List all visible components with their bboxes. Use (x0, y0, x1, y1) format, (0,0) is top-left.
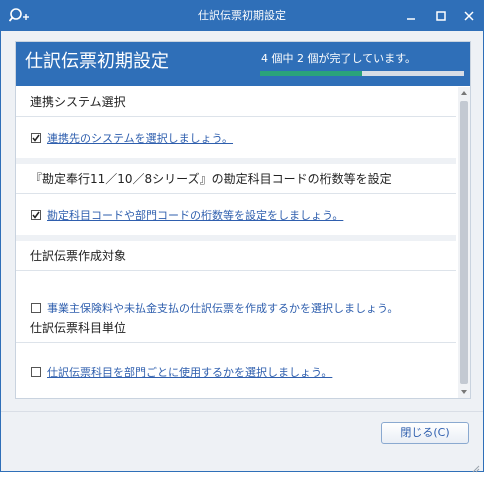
chevron-down-icon (461, 390, 467, 394)
progress-fill (260, 71, 362, 76)
resize-grip-icon[interactable] (470, 458, 480, 473)
app-window: 仕訳伝票初期設定 仕訳伝票初期設定 4 個中 2 個が完了しています。 連携シス… (0, 0, 484, 473)
page-title: 仕訳伝票初期設定 (25, 51, 169, 72)
section-heading: 仕訳伝票科目単位 (16, 313, 456, 343)
task-link[interactable]: 勘定科目コードや部門コードの桁数等を設定をしましょう。 (47, 207, 343, 223)
scroll-down-button[interactable] (458, 386, 470, 398)
section-heading: 『勘定奉行11／10／8シリーズ』の勘定科目コードの桁数等を設定 (16, 164, 456, 194)
check-icon (32, 134, 40, 142)
panel-header: 仕訳伝票初期設定 4 個中 2 個が完了しています。 (16, 42, 470, 86)
checkbox-unchecked[interactable] (31, 367, 41, 377)
scroll-thumb[interactable] (460, 101, 468, 384)
close-icon (464, 11, 474, 21)
scroll-up-button[interactable] (458, 87, 470, 99)
task-item[interactable]: 連携先のシステムを選択しましょう。 (31, 131, 233, 145)
chevron-up-icon (461, 91, 467, 95)
progress-status: 4 個中 2 個が完了しています。 (261, 52, 417, 65)
vertical-scrollbar[interactable] (458, 87, 470, 398)
checkbox-checked[interactable] (31, 133, 41, 143)
minimize-button[interactable] (397, 1, 425, 31)
dialog-footer: 閉じる(C) (1, 411, 483, 473)
title-bar: 仕訳伝票初期設定 (1, 1, 483, 31)
progress-bar (260, 71, 464, 76)
section-body: 事業主保険料や未払金支払の仕訳伝票を作成するかを選択しましょう。 (16, 272, 456, 315)
maximize-icon (436, 11, 446, 21)
task-item[interactable]: 仕訳伝票科目を部門ごとに使用するかを選択しましょう。 (31, 365, 332, 379)
section-heading: 仕訳伝票作成対象 (16, 241, 456, 271)
checkbox-unchecked[interactable] (31, 303, 41, 313)
checkbox-checked[interactable] (31, 210, 41, 220)
close-button[interactable]: 閉じる(C) (381, 422, 469, 444)
section-body: 仕訳伝票科目を部門ごとに使用するかを選択しましょう。 (16, 344, 456, 398)
close-window-button[interactable] (455, 1, 483, 31)
setup-panel: 仕訳伝票初期設定 4 個中 2 個が完了しています。 連携システム選択 連携先の… (15, 41, 471, 399)
section-body: 勘定科目コードや部門コードの桁数等を設定をしましょう。 (16, 195, 456, 235)
check-icon (32, 211, 40, 219)
task-link[interactable]: 仕訳伝票科目を部門ごとに使用するかを選択しましょう。 (47, 364, 332, 380)
task-link[interactable]: 連携先のシステムを選択しましょう。 (47, 130, 233, 146)
minimize-icon (407, 18, 415, 20)
section-body: 連携先のシステムを選択しましょう。 (16, 118, 456, 158)
task-item[interactable]: 勘定科目コードや部門コードの桁数等を設定をしましょう。 (31, 208, 343, 222)
maximize-button[interactable] (427, 1, 455, 31)
section-heading: 連携システム選択 (16, 87, 456, 117)
